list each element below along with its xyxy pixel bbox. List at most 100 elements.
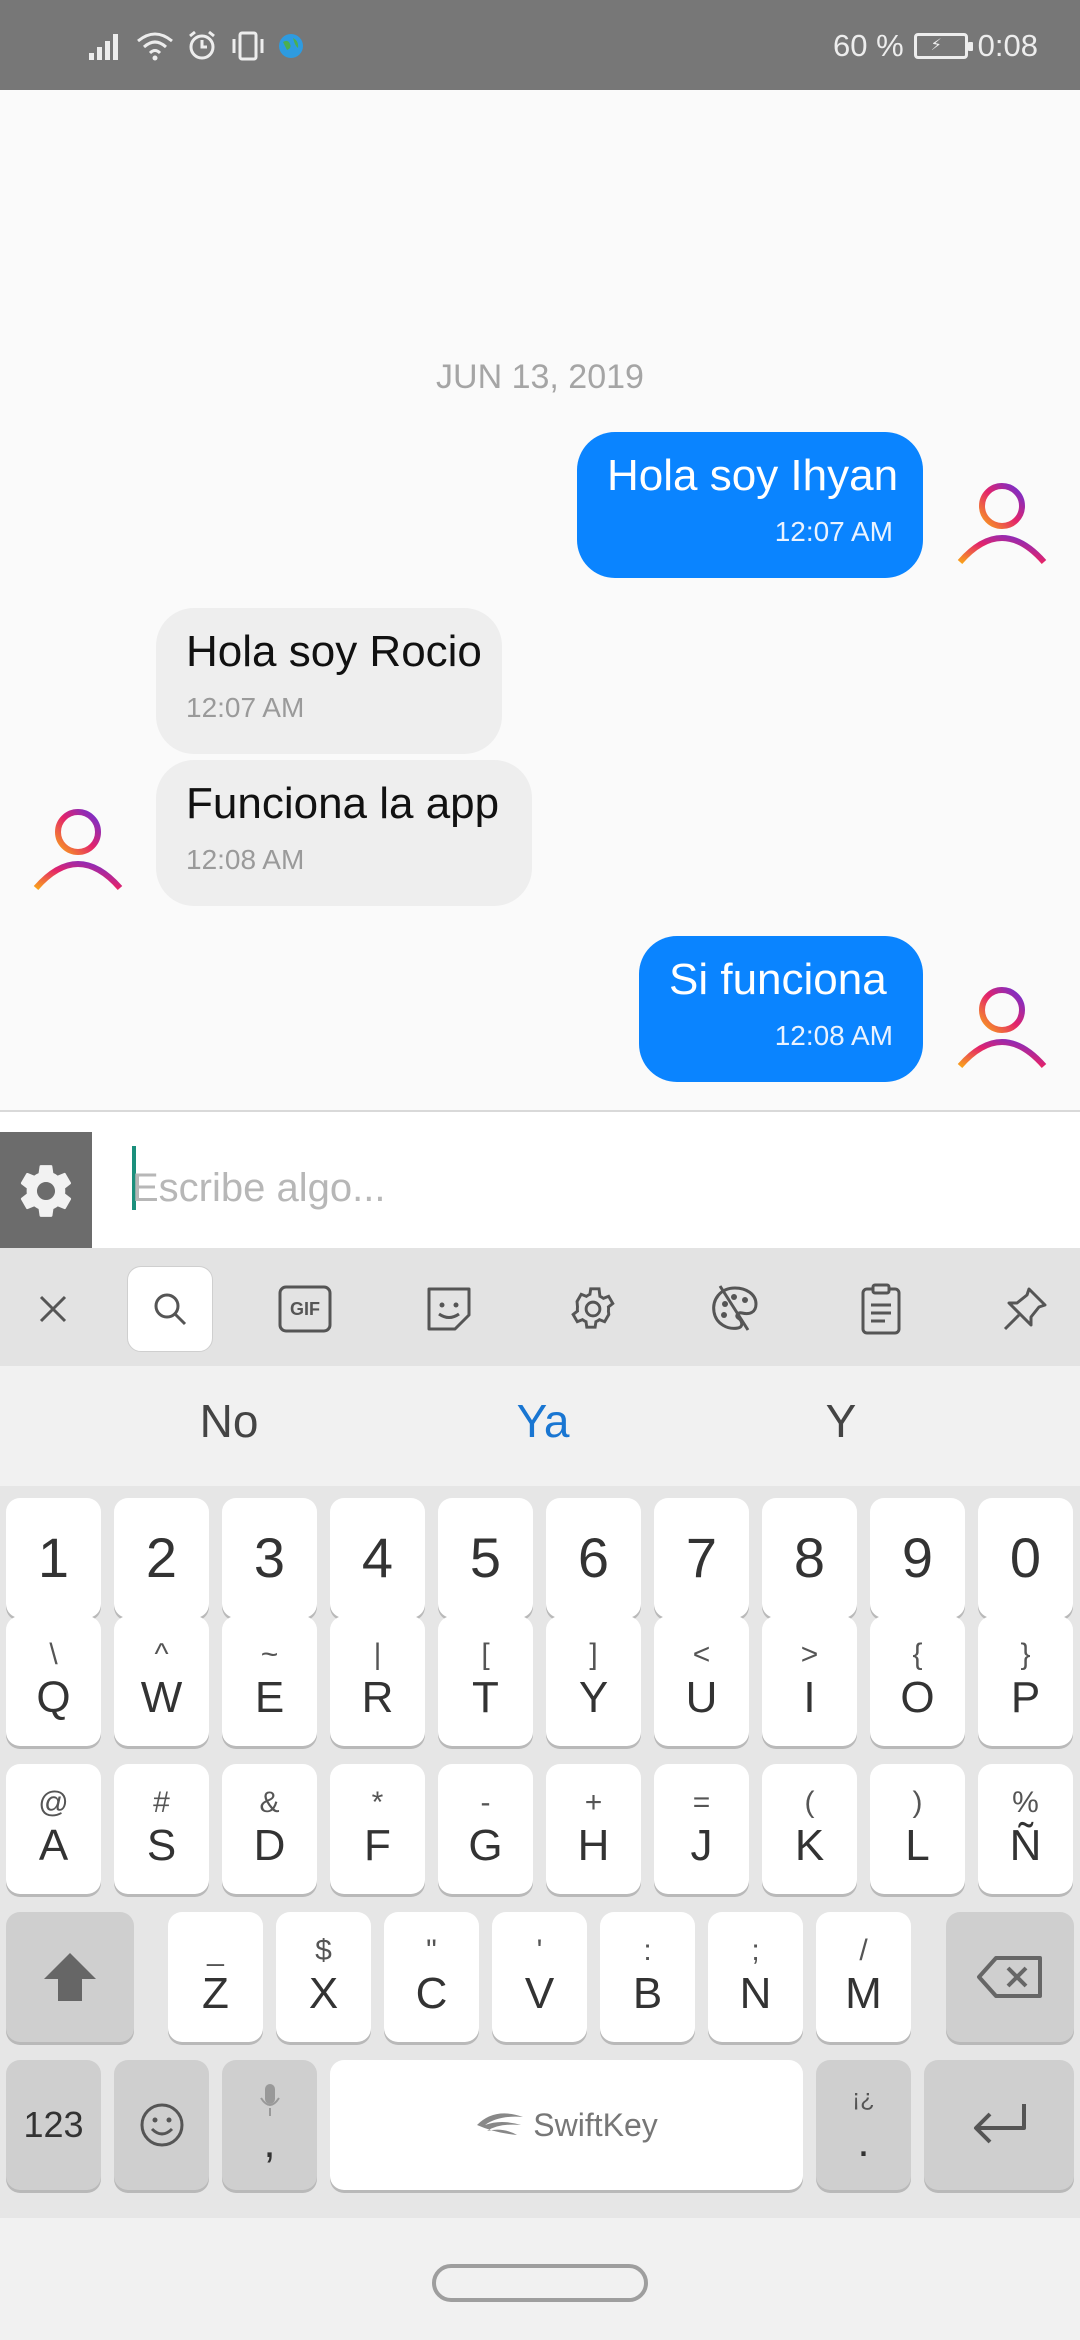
message-input[interactable] [132,1138,1032,1238]
microphone-icon [259,2084,280,2116]
key-o[interactable]: {O [870,1616,965,1746]
pin-icon [1003,1287,1047,1331]
keyboard: GIF No Ya Y 1 2 3 4 5 6 7 8 9 0 \ Q ^ W ~ E… [0,1248,1080,2218]
key-4[interactable]: 4 [330,1498,425,1618]
space-label: SwiftKey [533,2106,658,2143]
key-8[interactable]: 8 [762,1498,857,1618]
key-n[interactable]: ; N [708,1912,803,2042]
key-1[interactable]: 1 [6,1498,101,1618]
key-w[interactable]: ^ W [114,1616,209,1746]
suggestion-center[interactable]: Ya [443,1394,643,1448]
chat-area[interactable]: JUN 13, 2019 Hola soy Ihyan 12:07 AM Hol… [0,90,1080,1110]
message-time: 12:07 AM [774,516,893,547]
key-p[interactable]: } P [978,1616,1073,1746]
backspace-key[interactable] [946,1912,1074,2042]
enter-key[interactable] [924,2060,1074,2190]
status-icons [88,24,304,68]
key-c[interactable]: " C [384,1912,479,2042]
key-y[interactable]: ] Y [546,1616,641,1746]
battery-icon: ⚡ [913,33,973,59]
message-text: Hola soy Ihyan [607,451,899,500]
key-i[interactable]: > I [762,1616,857,1746]
key-k[interactable]: (K [762,1764,857,1894]
key-a[interactable]: @ A [6,1764,101,1894]
key-n-tilde[interactable]: % Ñ [978,1764,1073,1894]
key-9[interactable]: 9 [870,1498,965,1618]
key-j[interactable]: = J [654,1764,749,1894]
message-time: 12:08 AM [186,844,305,875]
period-key[interactable]: ¡¿ . [816,2060,911,2190]
key-z[interactable]: _ Z [168,1912,263,2042]
suggestion-right[interactable]: Y [741,1394,941,1448]
message-text: Si funciona [669,955,887,1004]
message-bubble-incoming[interactable]: Funciona la app 12:08 AM [156,760,532,906]
close-icon [39,1295,67,1323]
navigation-bar [0,2218,1080,2340]
key-x[interactable]: $ X [276,1912,371,2042]
sticker-button[interactable] [406,1266,492,1352]
key-2[interactable]: 2 [114,1498,209,1618]
message-bubble-incoming[interactable]: Hola soy Rocio 12:07 AM [156,608,502,754]
key-3[interactable]: 3 [222,1498,317,1618]
message-text: Hola soy Rocio [186,627,482,676]
message-bubble-outgoing[interactable]: Si funciona 12:08 AM [639,936,923,1082]
key-t[interactable]: [T [438,1616,533,1746]
key-0[interactable]: 0 [978,1498,1073,1618]
search-button[interactable] [127,1266,213,1352]
message-bubble-outgoing[interactable]: Hola soy Ihyan 12:07 AM [577,432,923,578]
emoji-icon [140,2103,183,2147]
key-l[interactable]: ) L [870,1764,965,1894]
gif-label: GIF [290,1298,320,1319]
search-icon [154,1293,187,1326]
emoji-key[interactable] [114,2060,209,2190]
swiftkey-bird-icon [477,2113,524,2135]
suggestion-left[interactable]: No [129,1394,329,1448]
shift-key[interactable] [6,1912,134,2042]
key-v[interactable]: ' V [492,1912,587,2042]
keyboard-settings-button[interactable] [550,1266,636,1352]
signal-icon [89,34,118,60]
enter-icon [974,2104,1026,2144]
status-bar: 60 % ⚡ 0:08 [0,0,1080,90]
gif-button[interactable]: GIF [262,1266,348,1352]
status-right: 60 % ⚡ 0:08 [833,24,1038,68]
key-7[interactable]: 7 [654,1498,749,1618]
home-gesture-bar[interactable] [432,2264,648,2302]
alarm-icon [189,30,215,60]
user-avatar-icon[interactable] [954,474,1050,570]
keyboard-toolbar: GIF [0,1248,1080,1366]
key-e[interactable]: ~ E [222,1616,317,1746]
clipboard-button[interactable] [838,1266,924,1352]
key-h[interactable]: + H [546,1764,641,1894]
key-s[interactable]: # S [114,1764,209,1894]
pin-button[interactable] [982,1266,1068,1352]
clipboard-icon [861,1283,901,1335]
key-6[interactable]: 6 [546,1498,641,1618]
swiftkey-logo: SwiftKey [475,2106,658,2144]
settings-button[interactable] [0,1132,92,1250]
key-5[interactable]: 5 [438,1498,533,1618]
key-r[interactable]: | R [330,1616,425,1746]
user-avatar-icon[interactable] [30,800,126,896]
message-time: 12:08 AM [774,1020,893,1051]
user-avatar-icon[interactable] [954,978,1050,1074]
backspace-icon [977,1956,1042,1998]
comma-key[interactable]: , [222,2060,317,2190]
shift-arrow-icon [44,1953,96,2001]
battery-percent: 60 % [832,28,904,63]
message-text: Funciona la app [186,779,500,828]
key-m[interactable]: / M [816,1912,911,2042]
close-toolbar-button[interactable] [10,1266,96,1352]
message-input-row [0,1110,1080,1250]
date-separator: JUN 13, 2019 [436,358,644,396]
numbers-key[interactable]: 123 [6,2060,101,2190]
key-u[interactable]: < U [654,1616,749,1746]
key-d[interactable]: & D [222,1764,317,1894]
key-q[interactable]: \ Q [6,1616,101,1746]
key-b[interactable]: :B [600,1912,695,2042]
theme-button[interactable] [692,1266,778,1352]
key-f[interactable]: * F [330,1764,425,1894]
space-key[interactable]: SwiftKey [330,2060,803,2190]
vpn-globe-icon [279,34,303,58]
key-g[interactable]: -G [438,1764,533,1894]
